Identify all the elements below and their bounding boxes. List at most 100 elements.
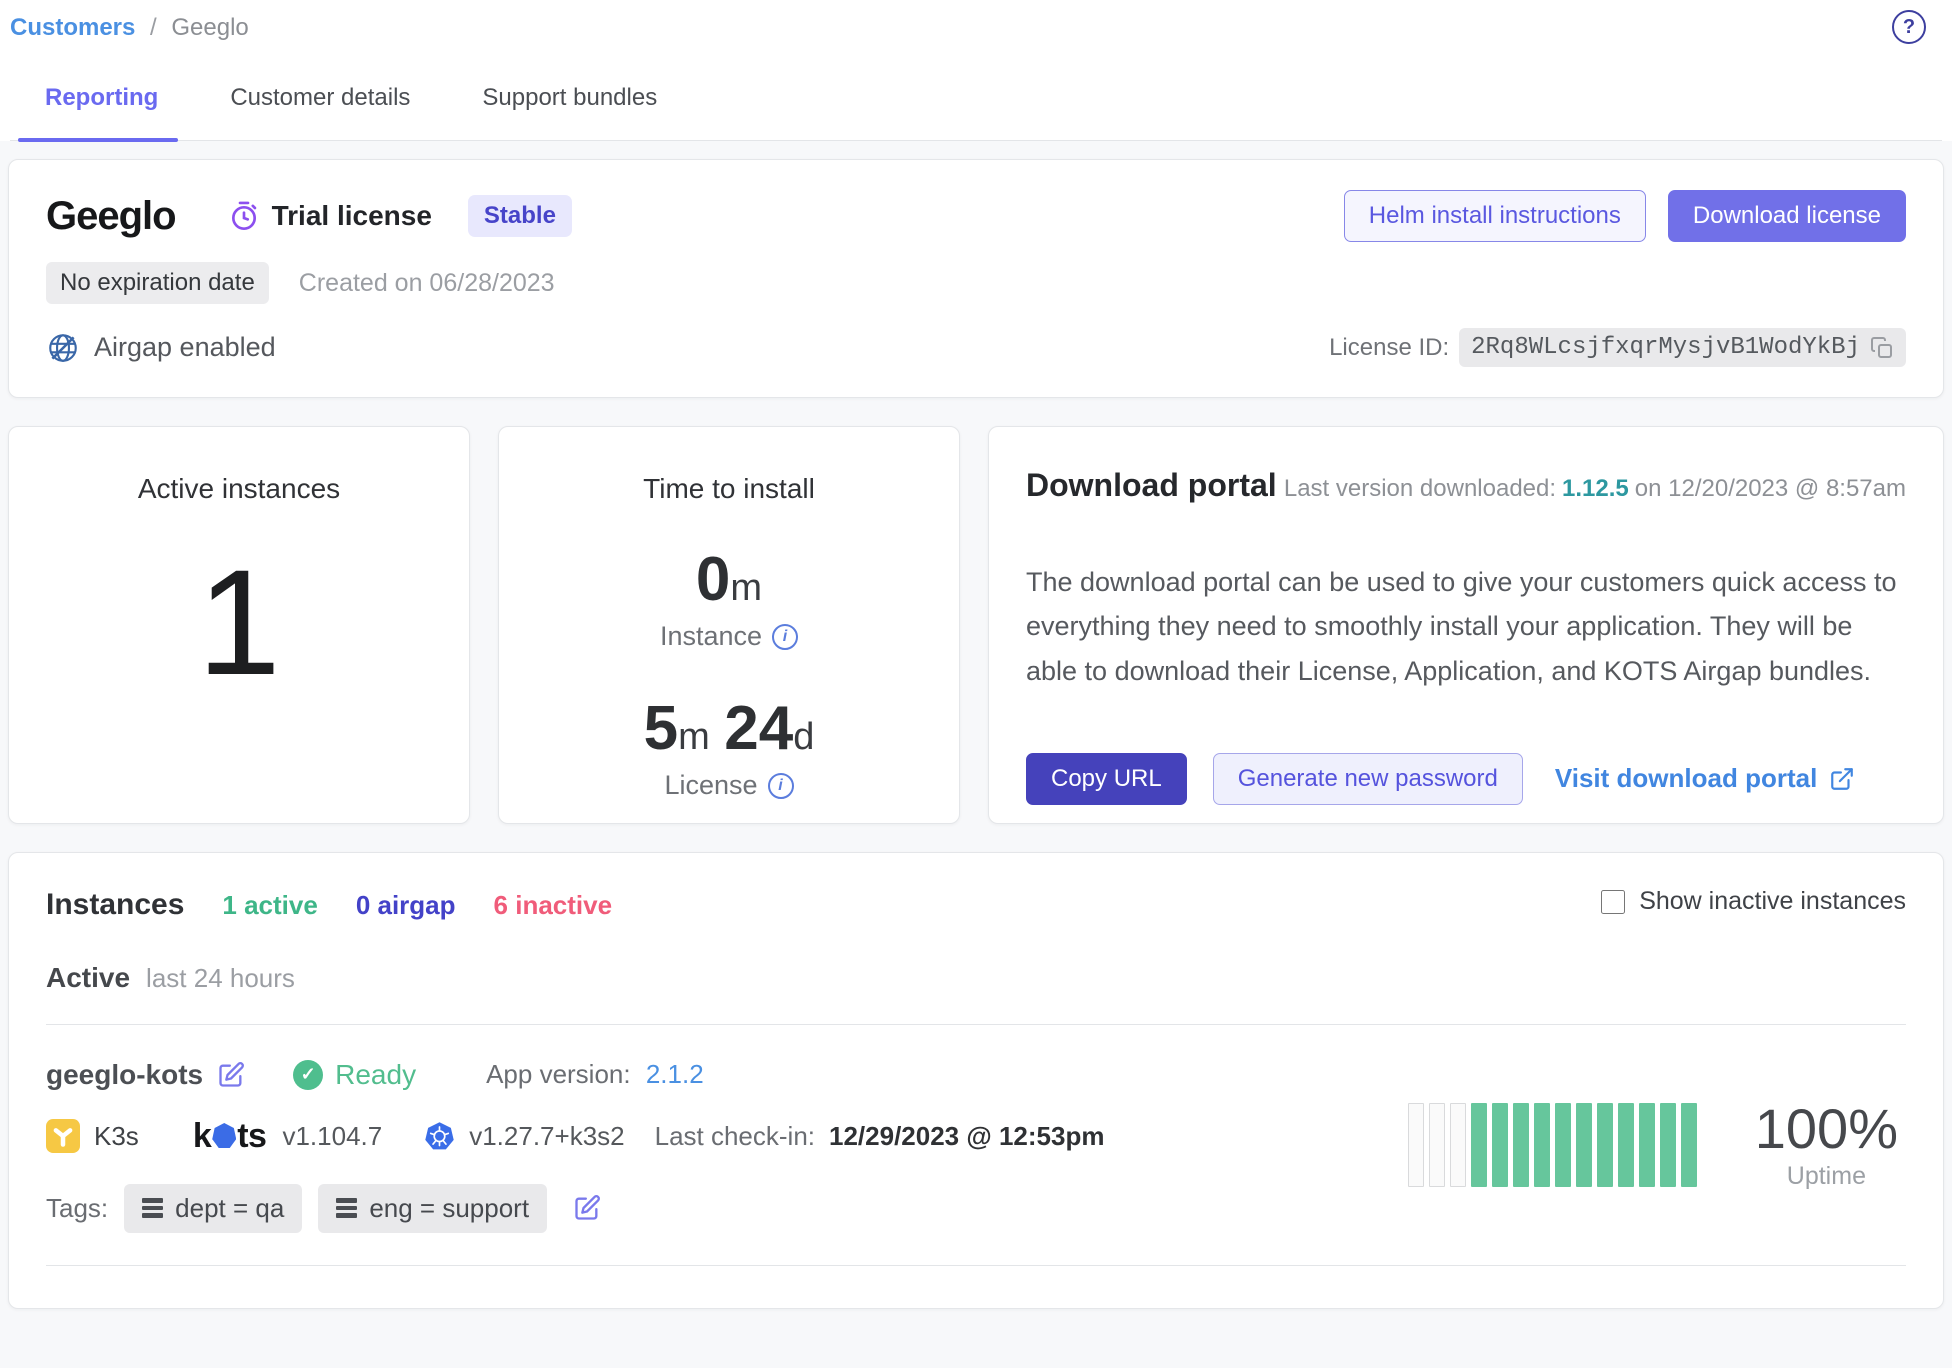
airgap-status: Airgap enabled	[46, 331, 276, 365]
helm-install-instructions-button[interactable]: Helm install instructions	[1344, 190, 1646, 242]
uptime-bar	[1618, 1103, 1634, 1187]
distribution: K3s	[46, 1119, 139, 1153]
license-id-label: License ID:	[1329, 334, 1449, 362]
kubernetes-icon	[424, 1121, 455, 1152]
edit-instance-name-icon[interactable]	[217, 1061, 245, 1089]
instance-status: ✓ Ready	[293, 1059, 416, 1091]
active-group-label: Active	[46, 962, 130, 994]
license-type: Trial license	[228, 200, 432, 232]
uptime-bar	[1471, 1103, 1487, 1187]
instance-name: geeglo-kots	[46, 1059, 203, 1091]
active-instances-value: 1	[9, 547, 469, 697]
uptime-bar	[1681, 1103, 1697, 1187]
app-version-link[interactable]: 2.1.2	[646, 1059, 704, 1089]
generate-password-button[interactable]: Generate new password	[1213, 753, 1523, 805]
customer-name: Geeglo	[46, 194, 176, 239]
tag-badge: eng = support	[318, 1184, 547, 1233]
channel-badge: Stable	[468, 195, 572, 237]
uptime-bar	[1513, 1103, 1529, 1187]
uptime-bars	[1408, 1103, 1697, 1187]
kubernetes-version: v1.27.7+k3s2	[469, 1121, 624, 1152]
uptime-summary: 100% Uptime	[1755, 1100, 1898, 1192]
status-check-icon: ✓	[293, 1060, 323, 1090]
instance-install-label: Instance	[660, 621, 762, 652]
last-checkin-label: Last check-in:	[655, 1121, 815, 1152]
uptime-label: Uptime	[1755, 1162, 1898, 1191]
breadcrumb-current: Geeglo	[171, 14, 248, 41]
instances-card: Instances 1 active 0 airgap 6 inactive S…	[8, 852, 1944, 1309]
show-inactive-checkbox[interactable]	[1601, 890, 1625, 914]
page-header: Customers / Geeglo ? Reporting Customer …	[0, 0, 1952, 141]
active-instances-title: Active instances	[9, 473, 469, 505]
tag-icon	[336, 1198, 357, 1218]
airgap-label: Airgap enabled	[94, 332, 276, 363]
instances-title: Instances	[46, 888, 184, 922]
download-portal-title: Download portal	[1026, 467, 1277, 504]
visit-download-portal-link[interactable]: Visit download portal	[1555, 763, 1855, 794]
license-install-time: 5m 24d	[499, 698, 959, 760]
help-icon[interactable]: ?	[1892, 10, 1926, 44]
breadcrumb-separator: /	[150, 14, 157, 41]
license-summary-card: Geeglo Trial license Stable Helm install…	[8, 159, 1944, 398]
uptime-bar	[1429, 1103, 1445, 1187]
tab-reporting[interactable]: Reporting	[45, 84, 158, 140]
uptime-bar	[1408, 1103, 1424, 1187]
show-inactive-label[interactable]: Show inactive instances	[1639, 887, 1906, 916]
external-link-icon	[1829, 766, 1855, 792]
uptime-bar	[1555, 1103, 1571, 1187]
airgap-globe-icon	[46, 331, 80, 365]
app-version: App version: 2.1.2	[486, 1059, 704, 1090]
download-portal-description: The download portal can be used to give …	[1026, 560, 1906, 693]
k3s-icon	[46, 1119, 80, 1153]
airgap-count[interactable]: 0 airgap	[356, 890, 456, 921]
uptime-bar	[1450, 1103, 1466, 1187]
active-count[interactable]: 1 active	[222, 890, 317, 921]
kots-version: v1.104.7	[282, 1121, 382, 1152]
uptime-bar	[1534, 1103, 1550, 1187]
trial-license-icon	[228, 200, 260, 232]
uptime-value: 100%	[1755, 1100, 1898, 1159]
license-info-icon[interactable]: i	[768, 773, 794, 799]
license-id-badge: 2Rq8WLcsjfxqrMysjvB1WodYkBj	[1459, 328, 1906, 367]
active-instances-card: Active instances 1	[8, 426, 470, 824]
license-type-label: Trial license	[272, 200, 432, 232]
tags-label: Tags:	[46, 1193, 108, 1224]
created-date: Created on 06/28/2023	[299, 269, 555, 298]
uptime-bar	[1639, 1103, 1655, 1187]
license-install-label: License	[664, 770, 757, 801]
uptime-bar	[1597, 1103, 1613, 1187]
last-checkin-value: 12/29/2023 @ 12:53pm	[829, 1121, 1104, 1152]
distribution-label: K3s	[94, 1121, 139, 1152]
edit-tags-icon[interactable]	[573, 1194, 601, 1222]
license-id-value: 2Rq8WLcsjfxqrMysjvB1WodYkBj	[1471, 334, 1860, 361]
expiration-badge: No expiration date	[46, 262, 269, 304]
breadcrumb: Customers / Geeglo	[10, 14, 1942, 42]
last-version-downloaded: Last version downloaded:1.12.5on 12/20/2…	[1284, 475, 1906, 503]
inactive-count[interactable]: 6 inactive	[494, 890, 613, 921]
time-to-install-title: Time to install	[499, 473, 959, 505]
download-portal-card: Download portal Last version downloaded:…	[988, 426, 1944, 824]
time-to-install-card: Time to install 0m Instance i 5m 24d Lic…	[498, 426, 960, 824]
tag-badge: dept = qa	[124, 1184, 302, 1233]
tab-customer-details[interactable]: Customer details	[230, 84, 410, 140]
download-license-button[interactable]: Download license	[1668, 190, 1906, 242]
tab-support-bundles[interactable]: Support bundles	[482, 84, 657, 140]
page-content: Geeglo Trial license Stable Helm install…	[0, 141, 1952, 1368]
instance-row: geeglo-kots ✓ Ready App version: 2.1.2	[46, 1031, 1906, 1261]
uptime-bar	[1576, 1103, 1592, 1187]
uptime-bar	[1492, 1103, 1508, 1187]
last-version-link[interactable]: 1.12.5	[1562, 475, 1629, 502]
active-group-sublabel: last 24 hours	[146, 963, 295, 994]
status-label: Ready	[335, 1059, 416, 1091]
divider	[46, 1024, 1906, 1025]
tab-bar: Reporting Customer details Support bundl…	[10, 84, 1942, 141]
copy-icon[interactable]	[1870, 336, 1894, 360]
tag-icon	[142, 1198, 163, 1218]
uptime-bar	[1660, 1103, 1676, 1187]
instance-info-icon[interactable]: i	[772, 624, 798, 650]
kots-logo: kts	[193, 1117, 267, 1156]
instance-install-time: 0m	[499, 549, 959, 611]
kots-logo-o	[212, 1123, 236, 1149]
copy-url-button[interactable]: Copy URL	[1026, 753, 1187, 805]
breadcrumb-customers-link[interactable]: Customers	[10, 14, 135, 41]
